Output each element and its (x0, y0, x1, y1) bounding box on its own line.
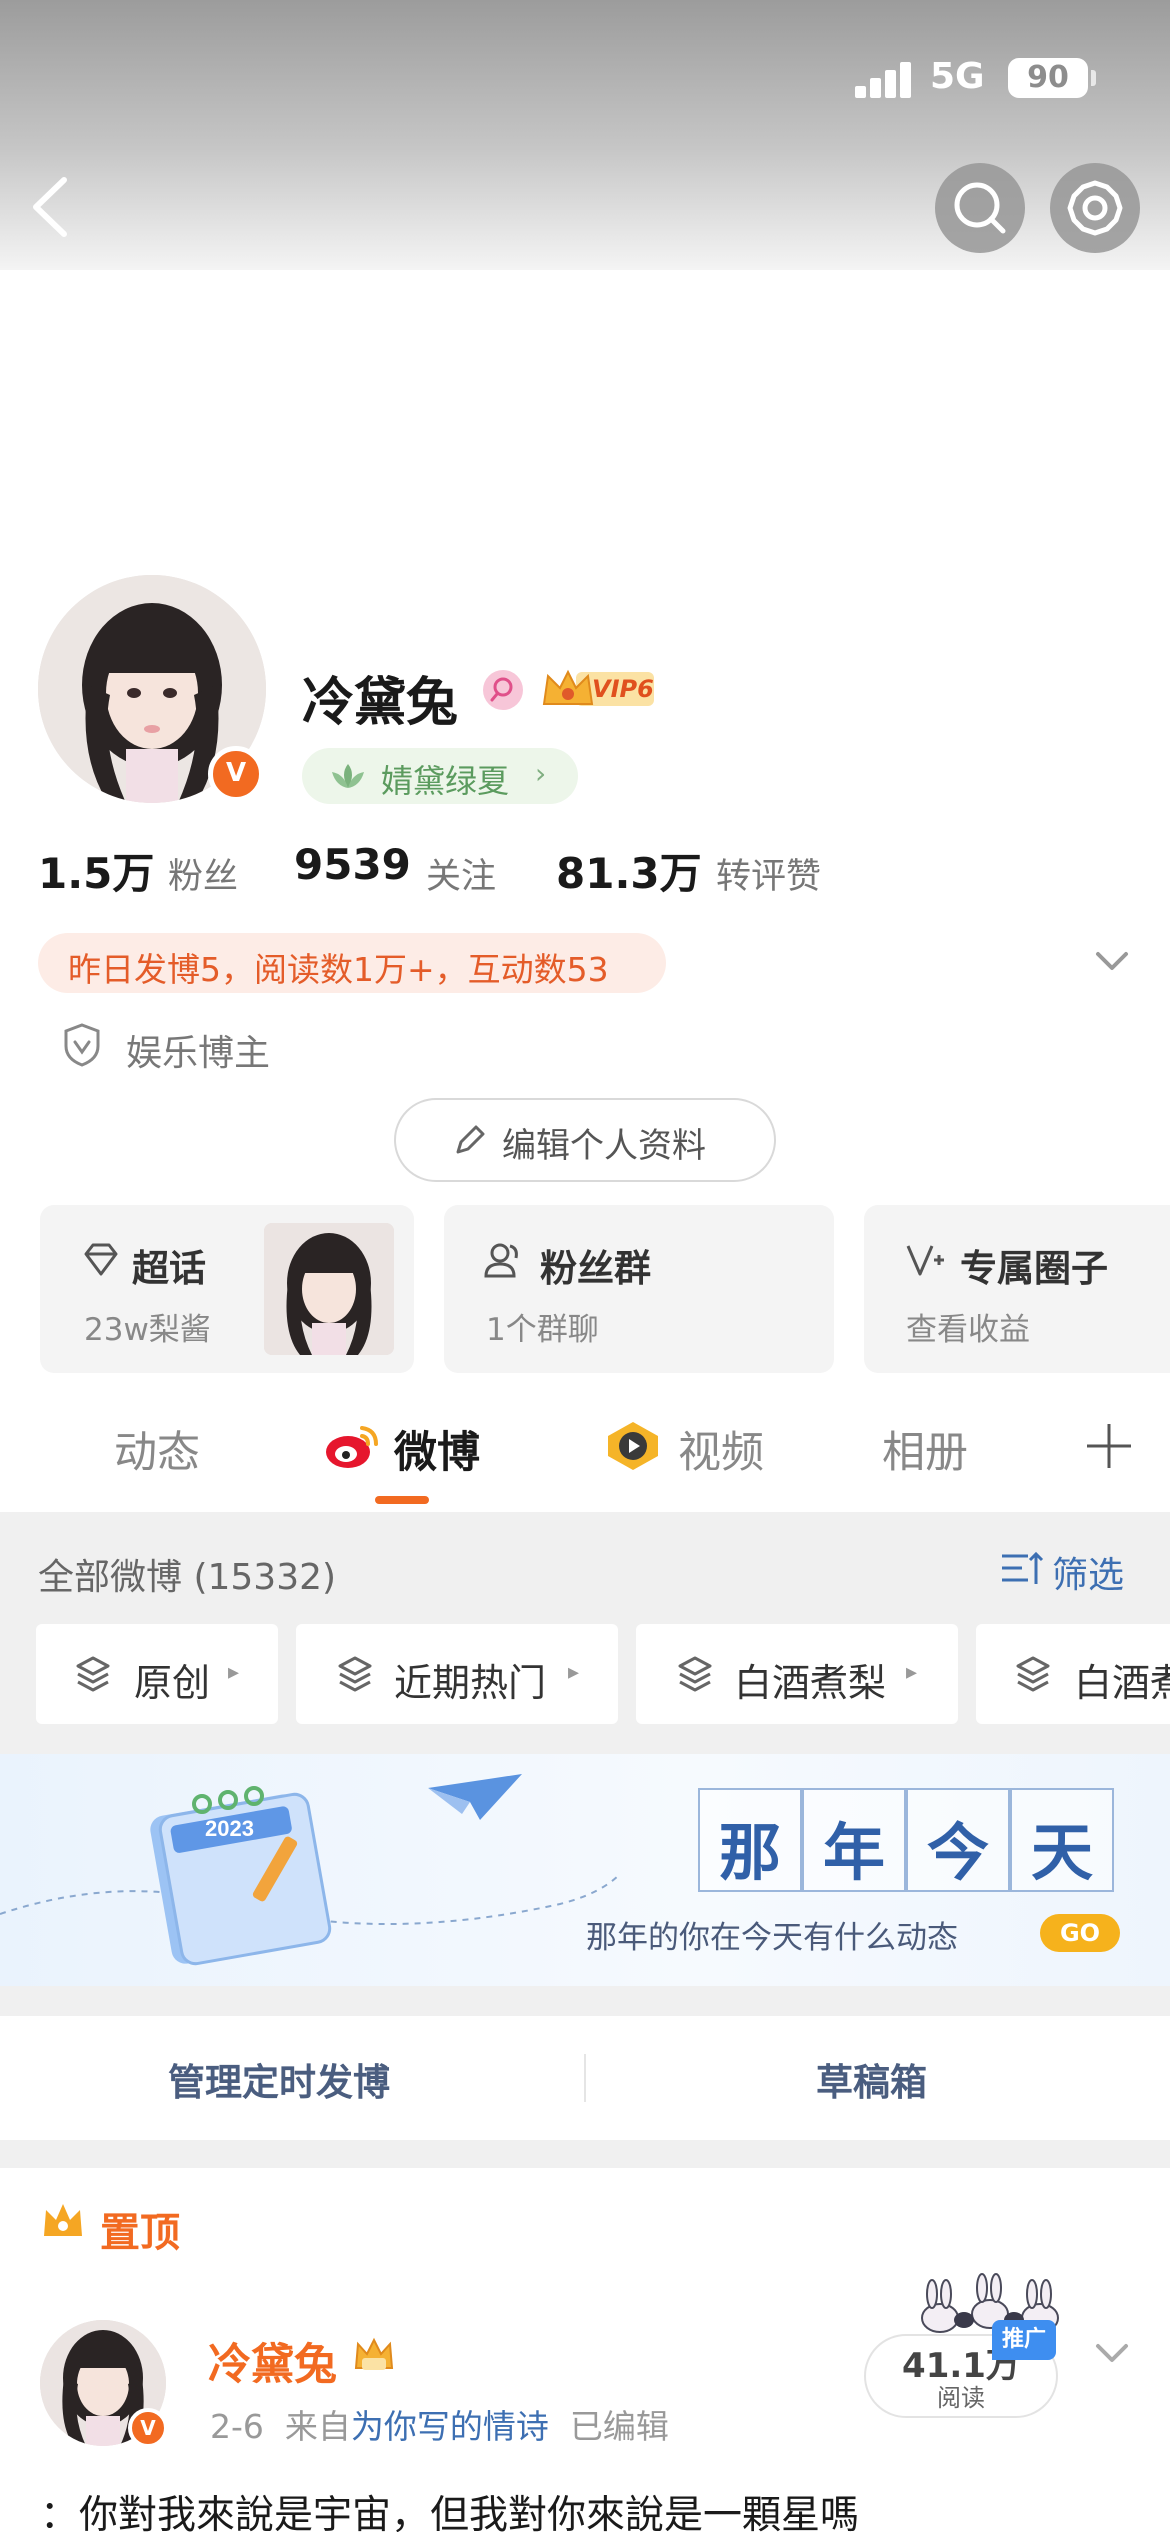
chip-label: 近期热门 (394, 1661, 547, 1705)
card-subtitle: 1个群聊 (486, 1312, 599, 1348)
search-icon (954, 182, 1006, 234)
calendar-year: 2023 (205, 1816, 254, 1841)
weibo-logo-icon (322, 1422, 382, 1472)
likes-count[interactable]: 81.3万 (556, 840, 702, 901)
following-count[interactable]: 9539 (294, 840, 411, 889)
vip-crown-icon (352, 2334, 396, 2378)
banner-title-char: 那 (718, 1816, 781, 1889)
post-edited: 已编辑 (569, 2407, 669, 2446)
layers-icon (1014, 1654, 1052, 1694)
scheduled-posts-button[interactable]: 管理定时发博 (168, 2052, 390, 2106)
post-meta: 2-6 来自为你写的情诗 已编辑 (210, 2400, 669, 2448)
fan-tag-label: 婧黛绿夏 (381, 762, 510, 800)
layers-icon (74, 1654, 112, 1694)
card-title: 超话 (132, 1247, 206, 1290)
all-posts-count: 全部微博 (15332) (38, 1557, 337, 1598)
reads-label: 阅读 (937, 2384, 985, 2412)
chevron-right-icon: › (535, 757, 547, 790)
diamond-icon (80, 1240, 122, 1280)
category-label: 娱乐博主 (126, 1033, 271, 1074)
banner-title-char: 天 (1030, 1816, 1093, 1889)
network-label: 5G (930, 56, 985, 97)
verified-badge: V (208, 746, 264, 802)
status-bar: 5G 90 (0, 0, 1170, 150)
tab-video[interactable]: 视频 (678, 1418, 764, 1480)
banner-subtitle: 那年的你在今天有什么动态 (586, 1920, 958, 1956)
lotus-icon (328, 760, 368, 792)
filter-label: 筛选 (1052, 1555, 1125, 1596)
post-source[interactable]: 为你写的情诗 (351, 2407, 549, 2446)
tab-weibo[interactable]: 微博 (394, 1418, 480, 1480)
video-icon (604, 1420, 662, 1472)
following-label: 关注 (426, 857, 497, 897)
likes-label: 转评赞 (716, 857, 822, 897)
settings-button[interactable] (1050, 163, 1140, 253)
signal-icon (855, 62, 915, 98)
gear-icon (1067, 180, 1123, 236)
manage-divider (584, 2054, 586, 2102)
username: 冷黛兔 (302, 673, 459, 733)
super-topic-thumbnail (264, 1223, 394, 1355)
caret-right-icon: ▸ (906, 1660, 918, 1685)
caret-right-icon: ▸ (568, 1660, 580, 1685)
chevron-down-icon[interactable] (1092, 946, 1132, 976)
battery-icon: 90 (1008, 58, 1088, 98)
chip-label: 白酒煮 (1074, 1661, 1170, 1705)
layers-icon (336, 1654, 374, 1694)
post-source-prefix: 来自 (284, 2407, 351, 2446)
banner-title-char: 年 (822, 1816, 885, 1889)
section-divider (0, 2140, 1170, 2168)
activity-summary: 昨日发博5，阅读数1万+，互动数53 (68, 950, 609, 989)
crown-icon (40, 2198, 86, 2244)
go-button[interactable]: GO (1040, 1914, 1120, 1952)
post-verified-badge: V (128, 2408, 168, 2448)
plus-icon[interactable] (1083, 1420, 1135, 1472)
drafts-button[interactable]: 草稿箱 (816, 2052, 927, 2106)
pinned-label: 置顶 (100, 2210, 180, 2256)
promote-badge[interactable]: 推广 (992, 2320, 1056, 2360)
post-author[interactable]: 冷黛兔 (208, 2330, 337, 2392)
back-button[interactable] (22, 172, 82, 242)
chip-label: 原创 (134, 1661, 211, 1705)
banner-title-char: 今 (926, 1816, 989, 1889)
shield-v-icon (62, 1022, 102, 1068)
edit-profile-label: 编辑个人资料 (502, 1126, 706, 1166)
followers-count[interactable]: 1.5万 (38, 840, 154, 901)
post-text: ：你對我來說是宇宙，但我對你來說是一顆星嗎 (40, 2493, 860, 2532)
chevron-down-icon[interactable] (1092, 2338, 1132, 2368)
active-tab-indicator (375, 1496, 429, 1504)
caret-right-icon: ▸ (228, 1660, 240, 1685)
layers-icon (676, 1654, 714, 1694)
search-button[interactable] (935, 163, 1025, 253)
battery-tip (1091, 70, 1096, 86)
tab-dynamic[interactable]: 动态 (114, 1418, 200, 1480)
chevron-left-icon (33, 177, 67, 237)
card-subtitle: 23w梨酱 (84, 1312, 211, 1348)
section-divider (0, 1986, 1170, 2016)
group-icon (482, 1240, 524, 1280)
followers-label: 粉丝 (168, 857, 239, 897)
card-title: 专属圈子 (960, 1247, 1108, 1290)
female-icon (483, 670, 523, 710)
filter-icon (1002, 1551, 1044, 1584)
post-date: 2-6 (210, 2407, 264, 2446)
chip-label: 白酒煮梨 (734, 1661, 887, 1705)
v-plus-icon (904, 1240, 946, 1280)
card-title: 粉丝群 (540, 1247, 651, 1290)
pencil-icon (452, 1122, 488, 1158)
vip-level: VIP6 (592, 675, 654, 703)
tab-album[interactable]: 相册 (882, 1418, 968, 1480)
card-subtitle: 查看收益 (906, 1312, 1030, 1348)
